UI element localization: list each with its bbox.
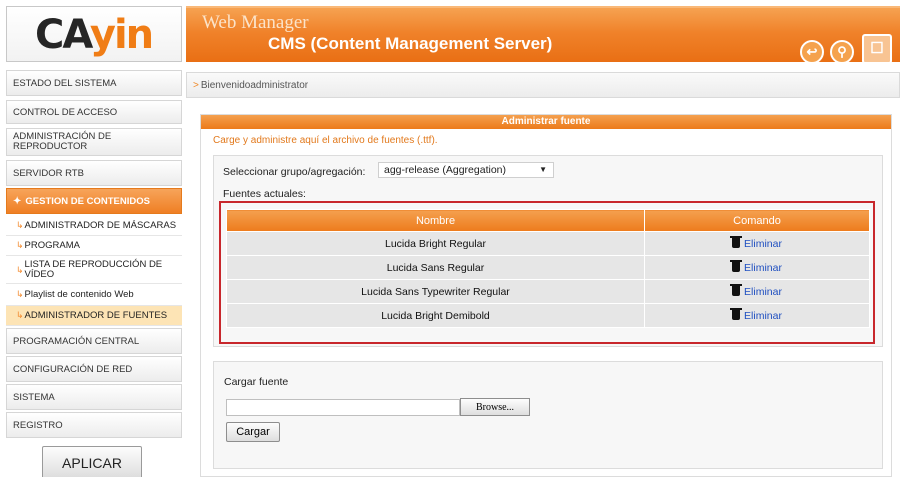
sidebar-item-label: CONFIGURACIÓN DE RED [13,363,133,375]
sidebar-item-label: SERVIDOR RTB [13,167,84,179]
table-row: Lucida Sans Regular Eliminar [226,255,870,280]
sidebar-item-label: PROGRAMACIÓN CENTRAL [13,335,140,347]
sidebar-item-label: CONTROL DE ACCESO [13,106,118,118]
font-name-cell: Lucida Bright Regular [226,231,645,256]
delete-link[interactable]: Eliminar [744,286,782,298]
logout-icon[interactable]: ↩ [800,40,824,64]
table-row: Lucida Bright Demibold Eliminar [226,303,870,328]
sidebar-item-sistema[interactable]: SISTEMA [6,384,182,410]
sidebar-item-label: GESTION DE CONTENIDOS [25,195,150,207]
sidebar-item-estado[interactable]: ESTADO DEL SISTEMA [6,70,182,96]
breadcrumb-arrow-icon: > [193,79,199,91]
trash-icon [730,259,743,272]
sidebar-item-registro[interactable]: REGISTRO [6,412,182,438]
sidebar-subitem-label: PROGRAMA [24,240,80,251]
sidebar-subitem-mascaras[interactable]: ↳ ADMINISTRADOR DE MÁSCARAS [6,216,182,236]
app-subtitle: CMS (Content Management Server) [268,34,553,53]
sidebar-subitem-label: ADMINISTRADOR DE MÁSCARAS [24,220,177,231]
sidebar-item-gestion-contenidos[interactable]: ✦ GESTION DE CONTENIDOS [6,188,182,214]
subitem-arrow-icon: ↳ [16,240,24,250]
breadcrumb: > Bienvenidoadministrator [186,72,900,98]
sidebar-item-label: ADMINISTRACIÓN DE REPRODUCTOR [13,131,112,152]
sidebar-item-servidor-rtb[interactable]: SERVIDOR RTB [6,160,182,186]
logo: CAyin [6,6,182,62]
sidebar-item-label: REGISTRO [13,419,63,431]
breadcrumb-text: Bienvenidoadministrator [200,79,309,91]
subitem-arrow-icon: ↳ [16,289,24,299]
sidebar-subitem-label: Playlist de contenido Web [24,289,134,300]
sidebar-subitem-playlist-web[interactable]: ↳ Playlist de contenido Web [6,284,182,306]
apply-button[interactable]: APLICAR [42,446,142,477]
trash-icon [730,307,743,320]
sidebar: ESTADO DEL SISTEMA CONTROL DE ACCESO ADM… [6,68,182,477]
command-cell: Eliminar [644,303,870,328]
upload-label: Cargar fuente [224,376,289,388]
sidebar-item-label: ESTADO DEL SISTEMA [13,77,117,89]
subitem-arrow-icon: ↳ [16,220,24,230]
delete-link[interactable]: Eliminar [744,262,782,274]
sidebar-subitem-fuentes[interactable]: ↳ ADMINISTRADOR DE FUENTES [6,306,182,326]
file-path-input[interactable] [226,399,460,416]
browse-button[interactable]: Browse... [460,398,530,416]
delete-link[interactable]: Eliminar [744,238,782,250]
group-select-value: agg-release (Aggregation) [384,164,506,176]
trash-icon [730,283,743,296]
subitem-arrow-icon: ↳ [16,264,24,275]
column-header-name: Nombre [226,209,645,232]
monitor-icon[interactable]: ☐ [862,34,892,64]
panel-title: Administrar fuente [201,115,891,129]
current-fonts-label: Fuentes actuales: [223,188,306,200]
header-bar: Web Manager CMS (Content Management Serv… [186,6,900,64]
sidebar-item-reproductor[interactable]: ADMINISTRACIÓN DE REPRODUCTOR [6,128,182,156]
sidebar-subitem-lista-video[interactable]: ↳ LISTA DE REPRODUCCIÓN DE VÍDEO [6,256,182,284]
sidebar-item-label: SISTEMA [13,391,55,403]
expand-icon: ✦ [13,195,22,207]
group-select[interactable]: agg-release (Aggregation) ▼ [378,162,554,178]
subitem-arrow-icon: ↳ [16,310,24,320]
sidebar-item-control-acceso[interactable]: CONTROL DE ACCESO [6,100,182,124]
font-name-cell: Lucida Sans Typewriter Regular [226,279,645,304]
font-name-cell: Lucida Bright Demibold [226,303,645,328]
panel-description: Carge y administre aquí el archivo de fu… [213,135,438,146]
logo-text-part2: yin [89,12,154,58]
app-title: Web Manager [202,12,309,33]
group-select-label: Seleccionar grupo/agregación: [223,166,366,178]
upload-section: Cargar fuente Browse... Cargar [213,361,883,469]
sidebar-subitem-label: ADMINISTRADOR DE FUENTES [24,310,168,321]
sidebar-item-programacion-central[interactable]: PROGRAMACIÓN CENTRAL [6,328,182,354]
table-row: Lucida Bright Regular Eliminar [226,231,870,256]
chevron-down-icon: ▼ [539,165,547,174]
column-header-command: Comando [644,209,870,232]
table-row: Lucida Sans Typewriter Regular Eliminar [226,279,870,304]
sidebar-subitem-label: LISTA DE REPRODUCCIÓN DE VÍDEO [24,258,163,280]
sidebar-subitem-programa[interactable]: ↳ PROGRAMA [6,236,182,256]
font-name-cell: Lucida Sans Regular [226,255,645,280]
key-icon[interactable]: ⚲ [830,40,854,64]
delete-link[interactable]: Eliminar [744,310,782,322]
logo-text-part1: CA [35,12,92,58]
upload-button[interactable]: Cargar [226,422,280,442]
command-cell: Eliminar [644,255,870,280]
trash-icon [730,235,743,248]
command-cell: Eliminar [644,231,870,256]
table-header-row: Nombre Comando [226,209,870,232]
fonts-table: Nombre Comando Lucida Bright Regular Eli… [226,209,870,328]
command-cell: Eliminar [644,279,870,304]
sidebar-item-configuracion-red[interactable]: CONFIGURACIÓN DE RED [6,356,182,382]
